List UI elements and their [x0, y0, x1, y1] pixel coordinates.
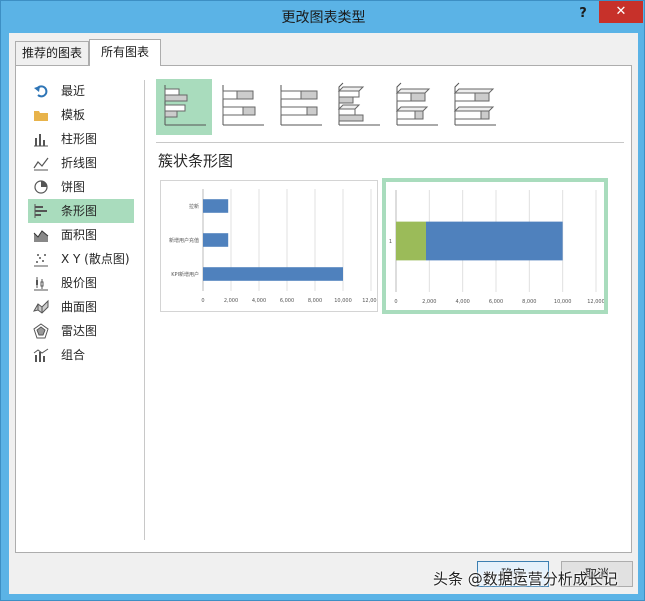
x-tick-label: 12,000 [362, 298, 377, 304]
sidebar-item-label: 股价图 [61, 276, 98, 290]
x-tick-label: 2,000 [422, 299, 436, 305]
chart-type-title: 簇状条形图 [158, 152, 234, 170]
line-chart-icon [33, 155, 49, 171]
clustered-bar-icon [164, 85, 206, 126]
preview-chart-2: 0 2,000 4,000 6,000 8,000 10,000 12,000 1 [389, 190, 604, 305]
chart-preview-series-by-column[interactable]: 0 2,000 4,000 6,000 8,000 10,000 12,000 1 [382, 178, 608, 314]
sidebar-item-surface-chart[interactable]: 曲面图 [28, 295, 134, 319]
sidebar-item-area-chart[interactable]: 面积图 [28, 223, 134, 247]
area-chart-icon [33, 227, 49, 243]
chart-type-list: 最近模板柱形图折线图饼图条形图面积图 X Y (散点图) 股价图曲面图雷达图组合 [28, 79, 148, 367]
3d-percent-stacked-bar-icon [453, 82, 496, 126]
chart-preview-series-by-row[interactable]: 0 2,000 4,000 6,000 8,000 10,000 12,000 拉新新增用户充… [160, 180, 378, 312]
radar-chart-icon [33, 323, 49, 339]
tab-recommended-charts[interactable]: 推荐的图表 [15, 41, 89, 65]
sidebar-item-label: X Y (散点图) [61, 252, 130, 266]
sidebar-item-label: 条形图 [61, 204, 98, 218]
sidebar-item-label: 饼图 [61, 180, 86, 194]
sidebar-item-stock-chart[interactable]: 股价图 [28, 271, 134, 295]
sidebar-item-label: 折线图 [61, 156, 98, 170]
watermark-text: 头条 @数据运营分析成长记 [433, 570, 618, 588]
x-tick-label: 8,000 [522, 299, 536, 305]
sidebar-item-label: 模板 [61, 108, 86, 122]
gallery-separator [156, 142, 624, 143]
folder-icon [33, 107, 49, 123]
dialog-title: 更改图表类型 [281, 10, 366, 26]
column-chart-icon [33, 131, 49, 147]
dialog-client: 推荐的图表 所有图表 最近模板柱形图折线图饼图条形图面积图 X Y (散点图) 股价… [9, 33, 638, 594]
combo-chart-icon [33, 347, 49, 363]
subtype-clustered-bar[interactable] [156, 79, 212, 135]
sidebar-item-scatter-chart[interactable]: X Y (散点图) [28, 247, 134, 271]
bar-chart-icon [33, 203, 49, 219]
preview-chart-1: 0 2,000 4,000 6,000 8,000 10,000 12,000 拉新新增用户充… [169, 189, 377, 304]
y-category-label: 新增用户充值 [169, 237, 199, 244]
bar [203, 233, 229, 247]
sidebar-item-bar-chart[interactable]: 条形图 [28, 199, 134, 223]
percent-stacked-bar-icon [280, 85, 322, 126]
sidebar-item-radar-chart[interactable]: 雷达图 [28, 319, 134, 343]
y-category-label: 1 [389, 239, 392, 245]
x-tick-label: 10,000 [334, 298, 352, 304]
x-tick-label: 8,000 [308, 298, 322, 304]
x-tick-label: 6,000 [280, 298, 294, 304]
x-tick-label: 0 [394, 299, 397, 305]
sidebar-item-label: 曲面图 [61, 300, 98, 314]
subtype-100-stacked-bar[interactable] [272, 79, 328, 135]
subtype-stacked-bar[interactable] [214, 79, 270, 135]
bar [203, 267, 343, 281]
bar [396, 221, 426, 261]
x-tick-label: 0 [201, 298, 204, 304]
close-icon: ✕ [615, 4, 627, 19]
close-button[interactable]: ✕ [599, 1, 643, 23]
x-tick-label: 4,000 [456, 299, 470, 305]
sidebar-item-recent[interactable]: 最近 [28, 79, 134, 103]
sidebar-item-combo-chart[interactable]: 组合 [28, 343, 134, 367]
subtype-3d-clustered-bar[interactable] [330, 79, 386, 135]
chart-subtype-gallery [156, 79, 626, 135]
sidebar-item-folder[interactable]: 模板 [28, 103, 134, 127]
stacked-bar-icon [222, 85, 264, 126]
tab-all-charts[interactable]: 所有图表 [89, 39, 161, 66]
bar [426, 221, 563, 261]
recent-icon [33, 83, 49, 99]
pie-chart-icon [33, 179, 49, 195]
sidebar-item-label: 雷达图 [61, 324, 98, 338]
sidebar-item-label: 柱形图 [61, 132, 98, 146]
title-bar: 更改图表类型 ? ✕ [1, 1, 645, 33]
sidebar-item-line-chart[interactable]: 折线图 [28, 151, 134, 175]
subtype-3d-100-stacked-bar[interactable] [446, 79, 502, 135]
x-tick-label: 6,000 [489, 299, 503, 305]
surface-chart-icon [32, 299, 49, 315]
scatter-chart-icon [33, 251, 49, 267]
y-category-label: KPI新增用户 [171, 271, 199, 278]
all-charts-panel: 最近模板柱形图折线图饼图条形图面积图 X Y (散点图) 股价图曲面图雷达图组合 [15, 65, 632, 553]
sidebar-divider [144, 80, 145, 540]
x-tick-label: 2,000 [224, 298, 238, 304]
x-tick-label: 10,000 [554, 299, 572, 305]
sidebar-item-label: 最近 [61, 84, 86, 98]
3d-stacked-bar-icon [395, 82, 438, 126]
bar [203, 199, 229, 213]
help-button[interactable]: ? [572, 3, 594, 25]
stock-chart-icon [33, 275, 49, 291]
sidebar-item-label: 组合 [61, 348, 86, 362]
y-category-label: 拉新 [189, 203, 199, 210]
x-tick-label: 4,000 [252, 298, 266, 304]
dialog-window: 更改图表类型 ? ✕ 推荐的图表 所有图表 最近模板柱形图折线图饼图条形图面积图… [0, 0, 645, 601]
3d-clustered-bar-icon [337, 82, 380, 126]
sidebar-item-label: 面积图 [61, 228, 98, 242]
sidebar-item-pie-chart[interactable]: 饼图 [28, 175, 134, 199]
subtype-3d-stacked-bar[interactable] [388, 79, 444, 135]
sidebar-item-column-chart[interactable]: 柱形图 [28, 127, 134, 151]
x-tick-label: 12,000 [587, 299, 604, 305]
